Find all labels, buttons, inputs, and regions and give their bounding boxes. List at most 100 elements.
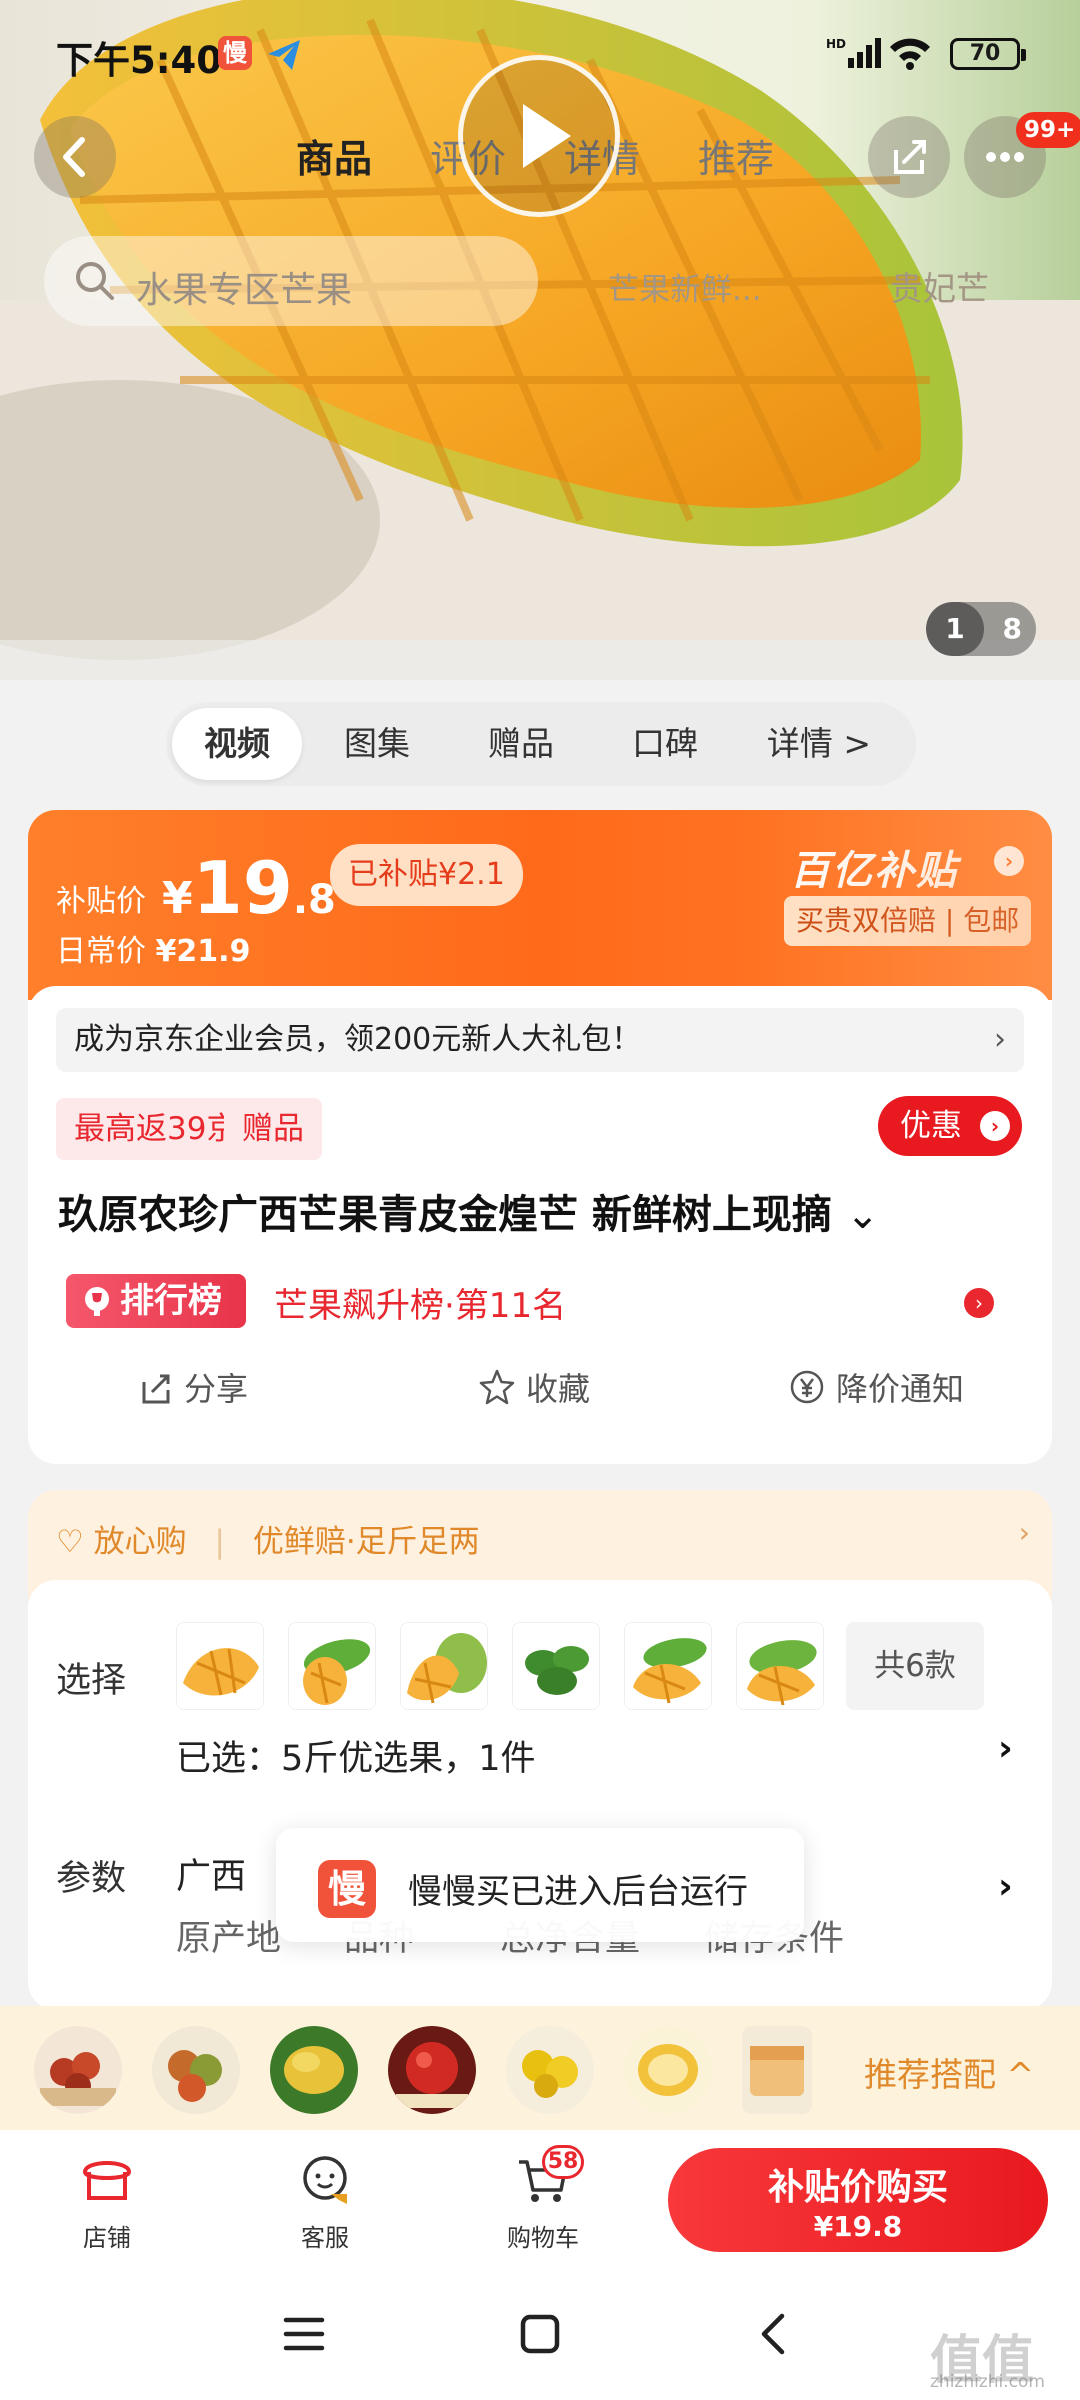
media-tab-reputation[interactable]: 口碑: [600, 702, 730, 786]
recommend-item[interactable]: [506, 2026, 594, 2114]
ranking-badge-label: 排行榜: [120, 1281, 222, 1321]
variant-thumb[interactable]: [400, 1622, 488, 1710]
play-video-button[interactable]: [458, 55, 620, 217]
back-button[interactable]: [34, 116, 116, 198]
media-tabs: 视频 图集 赠品 口碑 详情 >: [166, 702, 916, 786]
wifi-icon: [888, 36, 932, 74]
paper-plane-icon: [266, 38, 302, 72]
guarantee-tags: 买贵双倍赔 | 包邮: [784, 896, 1032, 946]
search-icon: [72, 258, 118, 308]
subsidy-price-label: 补贴价: [56, 884, 146, 919]
daily-price: 日常价 ¥21.9: [56, 934, 251, 969]
media-tab-details[interactable]: 详情 >: [744, 702, 894, 786]
customer-service-button[interactable]: 客服: [270, 2150, 380, 2253]
ranking-text[interactable]: 芒果飙升榜·第11名: [274, 1278, 566, 1327]
svg-text:HD: HD: [826, 37, 846, 51]
params-label: 参数: [56, 1859, 127, 1899]
home-icon[interactable]: [518, 2312, 562, 2356]
chevron-right-icon[interactable]: ›: [964, 1288, 994, 1318]
chevron-down-icon: ⌄: [845, 1192, 880, 1238]
recommend-item[interactable]: [152, 2026, 240, 2114]
search-hint[interactable]: 芒果新鲜...: [608, 264, 762, 309]
yen-circle-icon: [790, 1370, 824, 1404]
product-title-text: 玖原农珍广西芒果青皮金煌芒 新鲜树上现摘: [58, 1192, 832, 1238]
billion-subsidy-logo[interactable]: 百亿补贴: [790, 838, 958, 896]
chevron-right-icon[interactable]: ›: [998, 1728, 1013, 1769]
origin-value: 广西: [176, 1857, 247, 1897]
recommend-combo-button[interactable]: 推荐搭配 ^: [864, 2048, 1034, 2096]
chevron-right-icon[interactable]: ›: [998, 1866, 1013, 1907]
variant-thumb[interactable]: [512, 1622, 600, 1710]
recommend-bar: 推荐搭配 ^: [0, 2006, 1080, 2130]
gallery-counter: 1 8: [926, 602, 1036, 656]
share-icon: [142, 1374, 170, 1404]
variant-thumb[interactable]: [288, 1622, 376, 1710]
recommend-item[interactable]: [742, 2026, 812, 2114]
store-button[interactable]: 店铺: [52, 2150, 162, 2253]
chat-bubble-icon: [303, 2156, 347, 2204]
tab-recommend[interactable]: 推荐: [698, 128, 774, 183]
app-icon: 慢: [318, 1860, 376, 1918]
battery-indicator: 70: [950, 38, 1026, 70]
chevron-right-icon[interactable]: ›: [994, 846, 1024, 876]
tab-product[interactable]: 商品: [296, 128, 372, 183]
subsidy-price: ¥19.8: [162, 846, 336, 930]
price-banner: 补贴价 ¥19.8 已补贴¥2.1 日常价 ¥21.9 百亿补贴 › 买贵双倍赔…: [28, 810, 1052, 1000]
background-toast: 慢 慢慢买已进入后台运行: [276, 1828, 804, 1942]
system-navigation-bar: [0, 2280, 1080, 2400]
variant-thumb[interactable]: [624, 1622, 712, 1710]
member-banner[interactable]: 成为京东企业会员，领200元新人大礼包！ ›: [56, 1008, 1024, 1072]
toast-message: 慢慢买已进入后台运行: [408, 1872, 748, 1912]
price-alert-action[interactable]: 降价通知: [788, 1364, 964, 1410]
ranking-badge[interactable]: 排行榜: [66, 1274, 246, 1328]
share-action[interactable]: 分享: [138, 1364, 248, 1410]
media-tab-gallery[interactable]: 图集: [312, 702, 442, 786]
search-placeholder: 水果专区芒果: [136, 270, 353, 311]
recommend-item[interactable]: [34, 2026, 122, 2114]
gallery-total: 8: [1002, 612, 1022, 645]
selection-label: 选择: [56, 1661, 127, 1701]
heart-icon: ♡: [56, 1524, 84, 1560]
star-icon: [479, 1369, 515, 1405]
buy-now-button[interactable]: 补贴价购买 ¥19.8: [668, 2148, 1048, 2252]
product-page: 下午5:40 慢 HD 70 商品 评价 详情 推荐 99+ 水果专区芒果 芒果…: [0, 0, 1080, 2400]
chevron-right-icon: ›: [1018, 1516, 1030, 1549]
spec-card: 选择 共6款 已选：5斤优选果，1件 › 参数 广西 原产地 品种 总净含量 储…: [28, 1580, 1052, 2010]
product-details: 成为京东企业会员，领200元新人大礼包！ › 最高返39京豆 赠品 优惠 › 玖…: [28, 986, 1052, 1464]
back-icon[interactable]: [752, 2312, 796, 2356]
share-icon: [894, 140, 926, 174]
coupon-button[interactable]: 优惠 ›: [878, 1096, 1022, 1156]
message-count-badge: 99+: [1016, 112, 1080, 148]
variant-thumb[interactable]: [736, 1622, 824, 1710]
chevron-left-icon: [63, 137, 85, 177]
product-title[interactable]: 玖原农珍广西芒果青皮金煌芒 新鲜树上现摘 ⌄: [58, 1182, 879, 1240]
recommend-item[interactable]: [270, 2026, 358, 2114]
chevron-right-icon: ›: [994, 1022, 1006, 1057]
media-tab-video[interactable]: 视频: [172, 708, 302, 780]
variants-count[interactable]: 共6款: [846, 1622, 984, 1710]
selected-variant[interactable]: 已选：5斤优选果，1件: [176, 1730, 536, 1781]
store-icon: [82, 2161, 132, 2200]
favorite-action[interactable]: 收藏: [478, 1364, 590, 1410]
recommend-item[interactable]: [388, 2026, 476, 2114]
app-notification-icon: 慢: [218, 36, 252, 70]
menu-icon[interactable]: [282, 2312, 326, 2356]
media-tab-gifts[interactable]: 赠品: [456, 702, 586, 786]
subsidy-amount-badge: 已补贴¥2.1: [330, 844, 523, 906]
gift-tag[interactable]: 赠品: [224, 1098, 322, 1160]
search-hint[interactable]: 贵妃芒: [890, 262, 989, 310]
divider: |: [214, 1524, 225, 1560]
recommend-item[interactable]: [624, 2026, 712, 2114]
play-icon: [523, 104, 571, 168]
status-time: 下午5:40: [56, 39, 223, 82]
product-info-card: 补贴价 ¥19.8 已补贴¥2.1 日常价 ¥21.9 百亿补贴 › 买贵双倍赔…: [28, 810, 1052, 1464]
param-origin-label: 原产地: [176, 1919, 282, 1959]
variant-thumb[interactable]: [176, 1622, 264, 1710]
cart-count-badge: 58: [542, 2145, 584, 2179]
trophy-icon: [85, 1287, 109, 1316]
gallery-current: 1: [926, 602, 984, 656]
coupon-label: 优惠: [900, 1108, 962, 1144]
watermark-url: zhizhizhi.com: [930, 2372, 1045, 2392]
share-button[interactable]: [868, 116, 950, 198]
network-type-label: HD: [826, 36, 882, 74]
